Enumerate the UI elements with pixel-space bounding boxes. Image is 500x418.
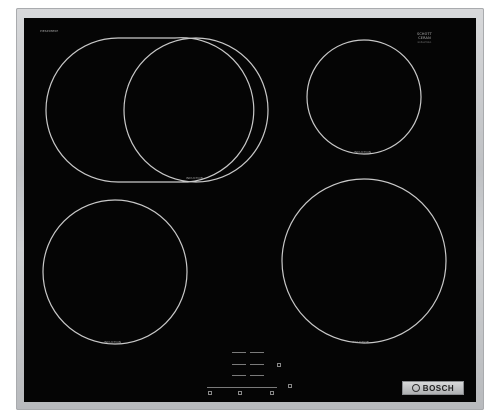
flex-zone-top-left[interactable] (45, 37, 269, 183)
control-zone-5[interactable] (232, 375, 246, 379)
zone-label-top-right: INDUCTION (354, 150, 372, 154)
lock-icon[interactable] (238, 391, 242, 395)
zone-label-bottom-left: INDUCTION (104, 340, 122, 344)
model-code: PIE645BB5E (40, 29, 59, 33)
bosch-logo-icon (411, 384, 420, 392)
bosch-logo-plate: BOSCH (402, 381, 464, 395)
bosch-brand-text: BOSCH (422, 383, 455, 393)
zone-label-flex: INDUCTION (186, 176, 204, 180)
control-zone-2[interactable] (250, 352, 264, 356)
cooking-zone-top-right[interactable] (306, 39, 422, 155)
cooking-zone-bottom-right[interactable] (281, 178, 447, 344)
control-zone-4[interactable] (250, 364, 264, 368)
schott-ceran-mark: SCHOTT CERAN induction (417, 32, 433, 44)
boost-icon[interactable] (288, 384, 292, 388)
cooking-zone-bottom-left[interactable] (42, 199, 188, 345)
zone-label-bottom-right: INDUCTION (352, 340, 370, 344)
control-slider[interactable] (207, 387, 277, 391)
timer-icon[interactable] (208, 391, 212, 395)
control-zone-6[interactable] (250, 375, 264, 379)
control-zone-3[interactable] (232, 364, 246, 368)
power-icon[interactable] (277, 363, 281, 367)
settings-icon[interactable] (270, 391, 274, 395)
control-zone-1[interactable] (232, 352, 246, 356)
